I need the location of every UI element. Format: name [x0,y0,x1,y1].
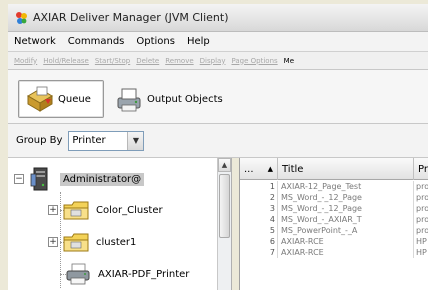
table-header: ... ▲ Title Pr [240,158,428,180]
collapse-icon[interactable]: − [14,174,24,184]
table-row[interactable]: 7 AXIAR-RCE HP [240,247,428,258]
cell-printer: pro [416,204,428,213]
group-by-value: Printer [72,135,106,146]
menu-network[interactable]: Network [14,36,56,47]
action-start-stop[interactable]: Start/Stop [95,57,130,65]
group-by-label: Group By [16,135,63,146]
printer-tree: − Administrator@ + Color_Cluster + clust… [8,158,232,290]
column-header-printer[interactable]: Pr [414,158,428,180]
cell-number: 6 [240,236,278,247]
cell-printer: pro [416,182,428,191]
tab-queue-label: Queue [58,93,91,105]
cell-number: 4 [240,214,278,225]
action-bar: Modify Hold/Release Start/Stop Delete Re… [8,52,428,70]
sort-ascending-icon: ▲ [267,165,273,173]
queue-icon [27,86,53,112]
column-header-title[interactable]: Title [278,158,414,180]
cell-printer: pro [416,193,428,202]
action-display[interactable]: Display [200,57,226,65]
cell-printer: HP [416,248,427,257]
action-hold-release[interactable]: Hold/Release [43,57,89,65]
chevron-down-icon[interactable]: ▼ [127,131,144,150]
action-modify[interactable]: Modify [14,57,37,65]
cell-number: 5 [240,225,278,236]
table-row[interactable]: 5 MS_PowerPoint_-_A pro [240,225,428,236]
cell-printer: pro [416,215,428,224]
tree-node-axiar-pdf-printer[interactable]: AXIAR-PDF_Printer [64,262,189,286]
group-by-select[interactable]: Printer ▼ [68,130,145,151]
table-row[interactable]: 3 MS_Word_-_12_Page pro [240,203,428,214]
cell-number: 2 [240,192,278,203]
cell-title: MS_PowerPoint_-_A [278,225,414,236]
cell-title: MS_Word_-_12_Page [278,203,414,214]
folder-icon [63,201,89,220]
tree-node-cluster1[interactable]: + cluster1 [48,230,136,254]
menu-commands[interactable]: Commands [68,36,125,47]
cell-title: MS_Word_-_AXIAR_T [278,214,414,225]
tree-node-color-cluster[interactable]: + Color_Cluster [48,198,163,222]
table-row[interactable]: 6 AXIAR-RCE HP [240,236,428,247]
cell-title: AXIAR-12_Page_Test [278,181,414,192]
table-row[interactable]: 2 MS_Word_-_12_Page pro [240,192,428,203]
pane-splitter[interactable] [232,158,240,290]
cell-title: MS_Word_-_12_Page [278,192,414,203]
action-more[interactable]: Me [284,57,294,65]
cell-printer: HP [416,237,427,246]
scroll-up-icon[interactable]: ▲ [218,158,231,172]
cell-printer: pro [416,226,428,235]
menu-bar: Network Commands Options Help [8,32,428,52]
output-objects-icon [117,88,141,112]
tab-output-objects[interactable]: Output Objects [108,80,246,118]
cell-title: AXIAR-RCE [278,247,414,258]
tree-node-root[interactable]: − Administrator@ [14,166,145,192]
cell-title: AXIAR-RCE [278,236,414,247]
folder-icon [63,233,89,252]
expand-icon[interactable]: + [48,205,58,215]
action-remove[interactable]: Remove [165,57,193,65]
server-icon [30,167,48,191]
tree-node-label: cluster1 [96,236,137,248]
table-row[interactable]: 1 AXIAR-12_Page_Test pro [240,181,428,192]
column-header-number[interactable]: ... ▲ [240,158,278,180]
action-delete[interactable]: Delete [136,57,159,65]
action-page-options[interactable]: Page Options [231,57,277,65]
tab-output-objects-label: Output Objects [147,93,223,105]
window-title: AXIAR Deliver Manager (JVM Client) [33,11,229,24]
app-window: AXIAR Deliver Manager (JVM Client) Netwo… [0,0,428,290]
app-logo-icon [16,11,27,24]
menu-options[interactable]: Options [136,36,175,47]
expand-icon[interactable]: + [48,237,58,247]
tree-node-root-label: Administrator@ [60,172,145,186]
menu-help[interactable]: Help [187,36,210,47]
scroll-thumb[interactable] [219,174,230,238]
view-tabs: Queue Output Objects [8,70,428,124]
printer-icon [66,263,90,285]
title-bar: AXIAR Deliver Manager (JVM Client) [8,4,428,32]
group-by-bar: Group By Printer ▼ [8,124,428,158]
tree-node-label: AXIAR-PDF_Printer [98,268,190,280]
cell-number: 7 [240,247,278,258]
cell-number: 1 [240,181,278,192]
table-row[interactable]: 4 MS_Word_-_AXIAR_T pro [240,214,428,225]
cell-number: 3 [240,203,278,214]
tree-node-label: Color_Cluster [96,204,163,216]
tab-queue[interactable]: Queue [18,80,104,118]
column-header-number-label: ... [244,163,254,175]
job-table: ... ▲ Title Pr 1 AXIAR-12_Page_Test pro … [240,158,428,290]
tree-scrollbar[interactable]: ▲ [217,158,231,290]
